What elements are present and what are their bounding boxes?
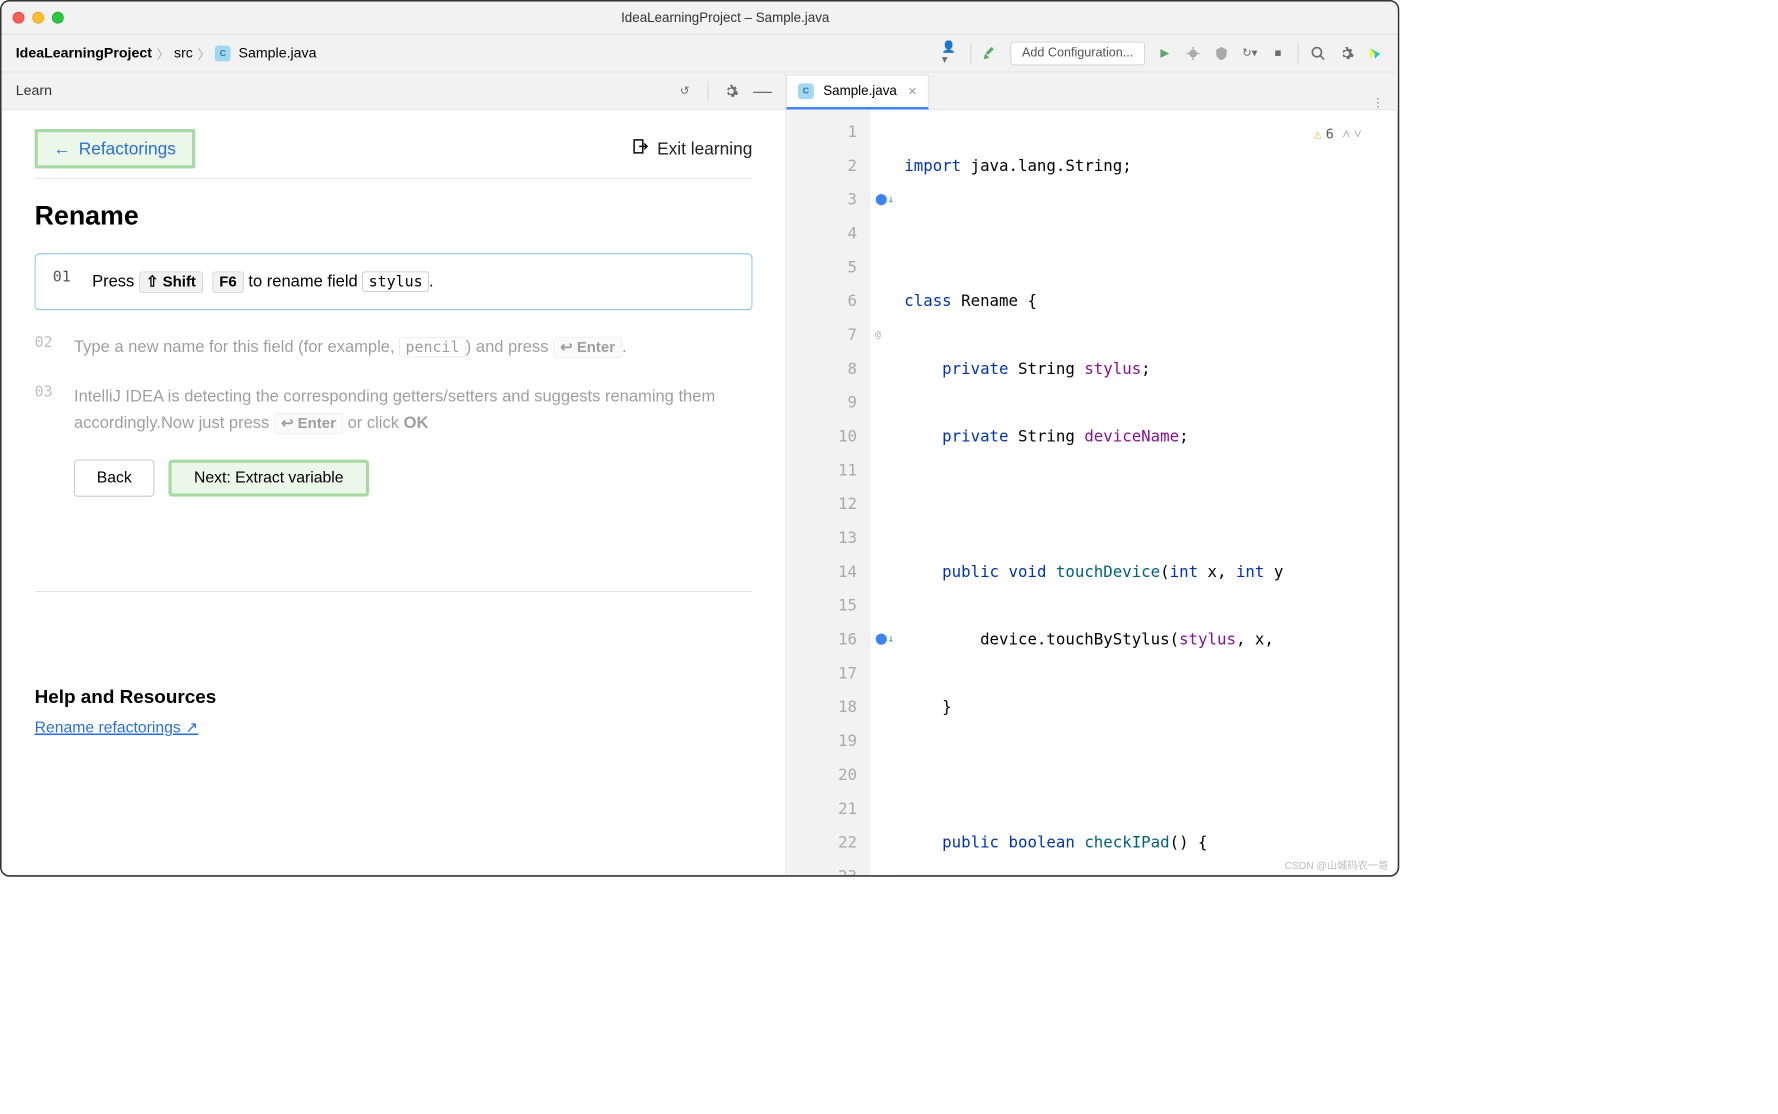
learn-header: Learn ↺ — xyxy=(2,72,786,110)
warning-badge[interactable]: ⚠ 6 ˄ ˅ xyxy=(1314,118,1362,152)
arrow-left-icon: ← xyxy=(54,139,71,159)
watermark: CSDN @山城码农一哥 xyxy=(1285,857,1389,872)
stop-icon[interactable]: ■ xyxy=(1269,44,1286,61)
lesson-heading: Rename xyxy=(35,201,753,232)
learn-panel: Learn ↺ — ← Refactorings Exit learn xyxy=(2,72,787,875)
main-toolbar: IdeaLearningProject 〉 src 〉 C Sample.jav… xyxy=(2,35,1398,73)
chevron-down-icon[interactable]: ˅ xyxy=(1354,118,1362,152)
next-button[interactable]: Next: Extract variable xyxy=(169,460,369,497)
exit-learning-link[interactable]: Exit learning xyxy=(632,138,752,160)
restart-icon[interactable]: ↺ xyxy=(676,82,693,99)
maximize-window[interactable] xyxy=(52,12,64,24)
run-icon[interactable]: ▶ xyxy=(1156,44,1173,61)
chevron-icon: 〉 xyxy=(157,44,170,63)
coverage-icon[interactable] xyxy=(1213,44,1230,61)
line-gutter: 1234567891011121314151617181920212223 xyxy=(786,110,869,875)
tab-sample-java[interactable]: C Sample.java ✕ xyxy=(786,75,929,110)
chevron-up-icon[interactable]: ˄ xyxy=(1342,118,1350,152)
search-icon[interactable] xyxy=(1310,44,1327,61)
java-class-icon: C xyxy=(798,83,814,99)
code-area[interactable]: import java.lang.String; class Rename { … xyxy=(895,110,1398,875)
minimize-icon[interactable]: — xyxy=(754,82,771,99)
separator xyxy=(708,81,709,101)
editor-panel: C Sample.java ✕ ⋮ 1234567891011121314151… xyxy=(786,72,1397,875)
step-02: 02 Type a new name for this field (for e… xyxy=(35,333,753,359)
chevron-icon: 〉 xyxy=(198,44,211,63)
shortcut-key: ⇧ Shift xyxy=(139,272,203,293)
titlebar: IdeaLearningProject – Sample.java xyxy=(2,2,1398,35)
step-01: 01 Press ⇧ Shift F6 to rename field styl… xyxy=(35,253,753,309)
breadcrumb: IdeaLearningProject 〉 src 〉 C Sample.jav… xyxy=(16,44,317,63)
gear-icon[interactable] xyxy=(722,82,739,99)
divider xyxy=(35,178,753,179)
breadcrumb-project[interactable]: IdeaLearningProject xyxy=(16,45,152,62)
exit-icon xyxy=(632,138,649,160)
close-icon[interactable]: ✕ xyxy=(908,85,917,98)
warning-icon: ⚠ xyxy=(1314,118,1322,152)
jetbrains-icon[interactable] xyxy=(1366,44,1383,61)
back-button[interactable]: Back xyxy=(74,460,155,497)
window-title: IdeaLearningProject – Sample.java xyxy=(64,10,1387,26)
user-icon[interactable]: 👤▾ xyxy=(942,44,959,61)
separator xyxy=(1298,43,1299,63)
breadcrumb-file[interactable]: Sample.java xyxy=(239,45,317,62)
help-heading: Help and Resources xyxy=(35,687,753,709)
profile-icon[interactable]: ↻▾ xyxy=(1241,44,1258,61)
close-window[interactable] xyxy=(13,12,25,24)
editor-tabs: C Sample.java ✕ ⋮ xyxy=(786,72,1397,110)
breadcrumb-folder[interactable]: src xyxy=(174,45,193,62)
traffic-lights xyxy=(13,12,64,24)
code-editor[interactable]: 1234567891011121314151617181920212223 ⬤↓… xyxy=(786,110,1397,875)
minimize-window[interactable] xyxy=(32,12,44,24)
divider xyxy=(35,591,753,592)
gear-icon[interactable] xyxy=(1338,44,1355,61)
build-icon[interactable] xyxy=(982,44,999,61)
step-03: 03 IntelliJ IDEA is detecting the corres… xyxy=(35,383,753,436)
fold-gutter: ⬤↓ @ ⬤↓ xyxy=(870,110,895,875)
separator xyxy=(970,43,971,63)
help-link[interactable]: Rename refactorings ↗ xyxy=(35,720,199,737)
back-refactorings-link[interactable]: ← Refactorings xyxy=(35,129,195,168)
tab-menu-icon[interactable]: ⋮ xyxy=(1358,97,1398,110)
learn-title: Learn xyxy=(16,83,52,100)
add-configuration-button[interactable]: Add Configuration... xyxy=(1010,41,1145,65)
java-class-icon: C xyxy=(215,45,231,61)
debug-icon[interactable] xyxy=(1184,44,1201,61)
shortcut-key: F6 xyxy=(212,272,244,293)
